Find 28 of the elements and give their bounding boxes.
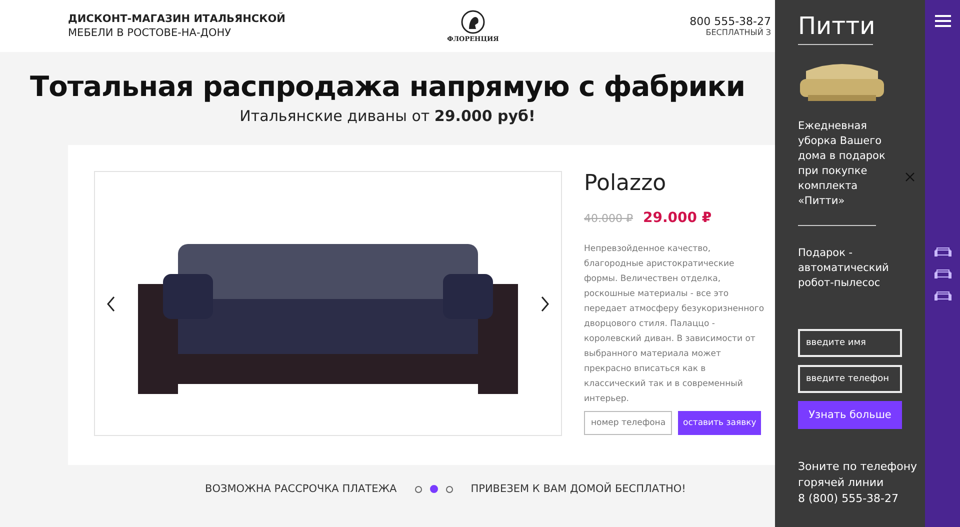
- chevron-right-icon[interactable]: [539, 294, 551, 312]
- phone-field[interactable]: номер телефона: [584, 411, 672, 435]
- submit-request-button[interactable]: оставить заявку: [678, 411, 762, 435]
- promo-text: Ежедневная уборка Вашего дома в подарок при покупке комплекта «Питти»: [798, 119, 886, 209]
- menu-icon[interactable]: [934, 14, 950, 28]
- shop-title: ДИСКОНТ-МАГАЗИН ИТАЛЬЯНСКОЙ: [68, 12, 286, 26]
- slider-dot[interactable]: [446, 486, 453, 492]
- delivery-note: ПРИВЕЗЕМ К ВАМ ДОМОЙ БЕСПЛАТНО!: [470, 483, 686, 495]
- sale-price: 29.000 ₽: [642, 210, 712, 226]
- promo-title: Питти: [798, 10, 873, 45]
- chevron-left-icon[interactable]: [105, 294, 117, 312]
- shop-subtitle: МЕБЕЛИ В РОСТОВЕ-НА-ДОНУ: [68, 27, 232, 39]
- profile-head-logo-icon: [460, 9, 486, 35]
- phone-number: 800 555-38-27: [690, 15, 771, 28]
- product-name: Polazzo: [584, 171, 668, 196]
- installment-note: ВОЗМОЖНА РАССРОЧКА ПЛАТЕЖА: [205, 483, 397, 495]
- product-description: Непревзойденное качество, благородные аристократические формы. Величествен отделка, роскошные материалы - все это передает атмосферу безукоризненного дворцового стиля. Палаццо - королевский диван. В зависимости от выбранного материала может прекрасно вписаться как в классический так и в современный интерьер.: [584, 243, 766, 406]
- hotline-text: Зоните по телефону горячей линии: [798, 459, 918, 491]
- hotline-phone: 8 (800) 555-38-27: [798, 491, 900, 507]
- hero-title: Тотальная распродажа напрямую с фабрики: [29, 70, 746, 103]
- gift-text: Подарок - автоматический робот-пылесос: [798, 246, 890, 291]
- phone-note: БЕСПЛАТНЫЙ З: [704, 28, 771, 37]
- learn-more-button[interactable]: Узнать больше: [798, 401, 902, 429]
- name-field[interactable]: введите имя: [798, 329, 902, 357]
- slider-dot[interactable]: [430, 485, 438, 493]
- slider-dot[interactable]: [414, 486, 422, 492]
- hero-subtitle: Итальянские диваны от 29.000 руб!: [238, 107, 536, 125]
- old-price: 40.000 ₽: [584, 212, 633, 225]
